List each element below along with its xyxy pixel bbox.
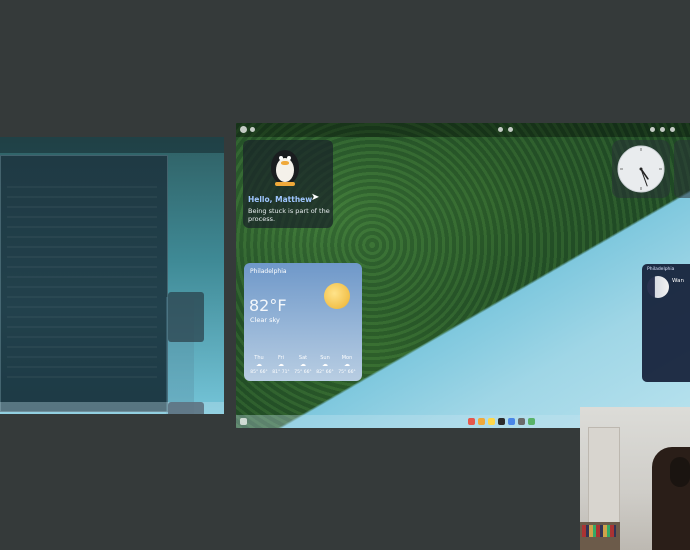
cloud-icon: ☁ xyxy=(344,361,350,368)
forecast-temps: 85° 66° xyxy=(250,370,268,375)
books xyxy=(582,525,616,537)
weather-temperature: 82°F xyxy=(249,296,287,315)
app-icon[interactable] xyxy=(488,418,495,425)
forecast-temps: 82° 66° xyxy=(316,370,334,375)
app-window-thumbnail[interactable] xyxy=(0,155,168,412)
forecast-temps: 75° 66° xyxy=(294,370,312,375)
greeting-message: Being stuck is part of the process. xyxy=(248,207,330,223)
cloud-icon: ☁ xyxy=(278,361,284,368)
clock-widget[interactable] xyxy=(612,140,670,198)
app-icon[interactable] xyxy=(518,418,525,425)
penguin-beak xyxy=(281,161,289,165)
moon-location: Philadelphia xyxy=(647,267,675,272)
terminal-icon[interactable] xyxy=(498,418,505,425)
widget-partial[interactable] xyxy=(674,140,690,198)
volume-icon[interactable] xyxy=(660,127,665,132)
app-icon[interactable] xyxy=(468,418,475,425)
webcam-overlay xyxy=(580,407,690,550)
workspace-indicator-icon[interactable] xyxy=(250,127,255,132)
network-icon[interactable] xyxy=(650,127,655,132)
weather-widget[interactable]: Philadelphia 82°F Clear sky Thu Fri Sat … xyxy=(244,263,362,381)
app-grid-icon[interactable] xyxy=(240,418,247,425)
app-icon[interactable] xyxy=(528,418,535,425)
top-bar xyxy=(236,123,690,137)
workspace-main[interactable]: ➤ Hello, Matthew Being stuck is part of … xyxy=(236,123,690,428)
moon-icon xyxy=(647,276,669,298)
mouse-cursor-icon: ➤ xyxy=(311,192,320,203)
calendar-icon[interactable] xyxy=(498,127,503,132)
cloud-icon: ☁ xyxy=(256,361,262,368)
weather-condition: Clear sky xyxy=(250,316,280,324)
greeting-widget[interactable]: ➤ Hello, Matthew Being stuck is part of … xyxy=(243,140,333,228)
forecast-temps: 81° 71° xyxy=(272,370,290,375)
app-icon[interactable] xyxy=(478,418,485,425)
top-bar xyxy=(0,137,224,153)
widget-thumbnail xyxy=(168,292,204,342)
cloud-icon: ☁ xyxy=(322,361,328,368)
weather-location: Philadelphia xyxy=(250,268,287,275)
headphones xyxy=(670,457,690,487)
app-icon[interactable] xyxy=(508,418,515,425)
penguin-eye xyxy=(287,156,291,160)
battery-icon[interactable] xyxy=(670,127,675,132)
analog-clock-icon xyxy=(617,145,665,193)
clock-icon[interactable] xyxy=(508,127,513,132)
greeting-title: Hello, Matthew xyxy=(248,195,313,204)
moon-phase-label: Wan xyxy=(672,278,684,284)
sun-icon xyxy=(324,283,350,309)
penguin-feet xyxy=(275,182,295,186)
forecast-temps: 75° 66° xyxy=(338,370,356,375)
cloud-icon: ☁ xyxy=(300,361,306,368)
activities-icon[interactable] xyxy=(240,126,247,133)
window-content xyxy=(7,186,157,386)
penguin-eye xyxy=(279,156,283,160)
dock-thumbnail xyxy=(0,402,224,414)
workspace-thumbnail-left[interactable] xyxy=(0,137,224,414)
moon-phase-widget[interactable]: Philadelphia Wan xyxy=(642,264,690,382)
